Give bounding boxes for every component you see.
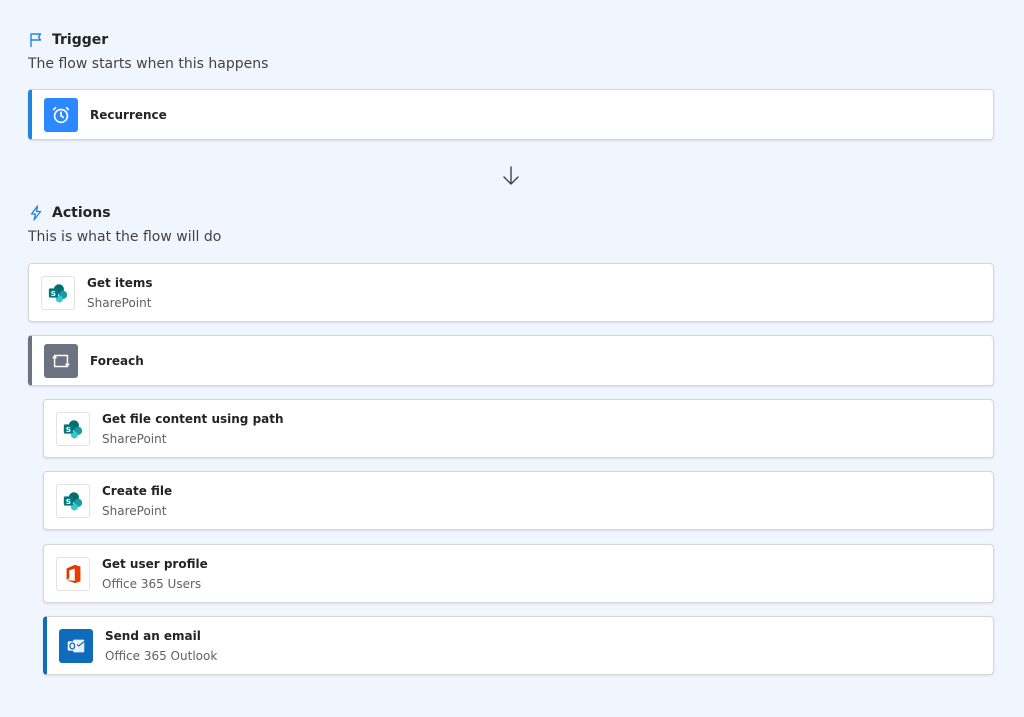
- sharepoint-icon: S: [48, 283, 68, 302]
- svg-text:S: S: [66, 424, 71, 433]
- step-connector: SharePoint: [87, 295, 152, 310]
- loop-icon: [52, 354, 70, 367]
- sharepoint-icon-box: S: [56, 411, 90, 446]
- step-title: Foreach: [90, 353, 144, 368]
- step-connector: SharePoint: [102, 431, 167, 446]
- step-connector: Office 365 Users: [102, 576, 202, 591]
- action-step-get-file-content[interactable]: S Get file content using path SharePoint: [43, 399, 994, 458]
- sharepoint-icon: S: [63, 419, 83, 438]
- action-step-send-email[interactable]: Send an email Office 365 Outlook: [43, 616, 994, 675]
- svg-text:S: S: [51, 288, 56, 297]
- office-icon: [66, 564, 81, 583]
- step-connector: SharePoint: [102, 503, 167, 518]
- step-title: Create file: [102, 483, 173, 498]
- step-title: Get file content using path: [102, 411, 284, 426]
- recurrence-icon-box: [44, 97, 78, 132]
- sharepoint-icon-box: S: [56, 483, 90, 518]
- trigger-title: Trigger: [52, 32, 109, 48]
- step-title: Get items: [87, 275, 153, 290]
- step-title: Get user profile: [102, 556, 208, 571]
- office-icon-box: [56, 556, 90, 591]
- outlook-icon-box: [59, 628, 93, 663]
- action-step-get-user-profile[interactable]: Get user profile Office 365 Users: [43, 544, 994, 603]
- loop-icon-box: [44, 343, 78, 378]
- action-step-foreach[interactable]: Foreach: [28, 335, 994, 386]
- flag-icon: [30, 33, 42, 47]
- actions-subtitle: This is what the flow will do: [28, 229, 222, 245]
- trigger-subtitle: The flow starts when this happens: [28, 56, 269, 72]
- actions-section-header: Actions This is what the flow will do: [28, 205, 221, 245]
- timer-icon: [52, 106, 70, 123]
- step-title: Recurrence: [90, 107, 167, 122]
- action-step-get-items[interactable]: S Get items SharePoint: [28, 263, 994, 322]
- sharepoint-icon: S: [63, 491, 83, 510]
- step-title: Send an email: [105, 628, 201, 643]
- outlook-icon: [67, 639, 85, 652]
- lightning-icon: [30, 205, 42, 221]
- actions-title: Actions: [52, 205, 111, 221]
- sharepoint-icon-box: S: [41, 275, 75, 310]
- svg-text:S: S: [66, 496, 71, 505]
- trigger-step-recurrence[interactable]: Recurrence: [28, 89, 994, 140]
- action-step-create-file[interactable]: S Create file SharePoint: [43, 471, 994, 530]
- actions-title-row: Actions: [28, 205, 221, 221]
- arrow-down-icon: [503, 166, 519, 185]
- trigger-title-row: Trigger: [28, 32, 268, 48]
- step-connector: Office 365 Outlook: [105, 648, 218, 663]
- trigger-section-header: Trigger The flow starts when this happen…: [28, 32, 268, 72]
